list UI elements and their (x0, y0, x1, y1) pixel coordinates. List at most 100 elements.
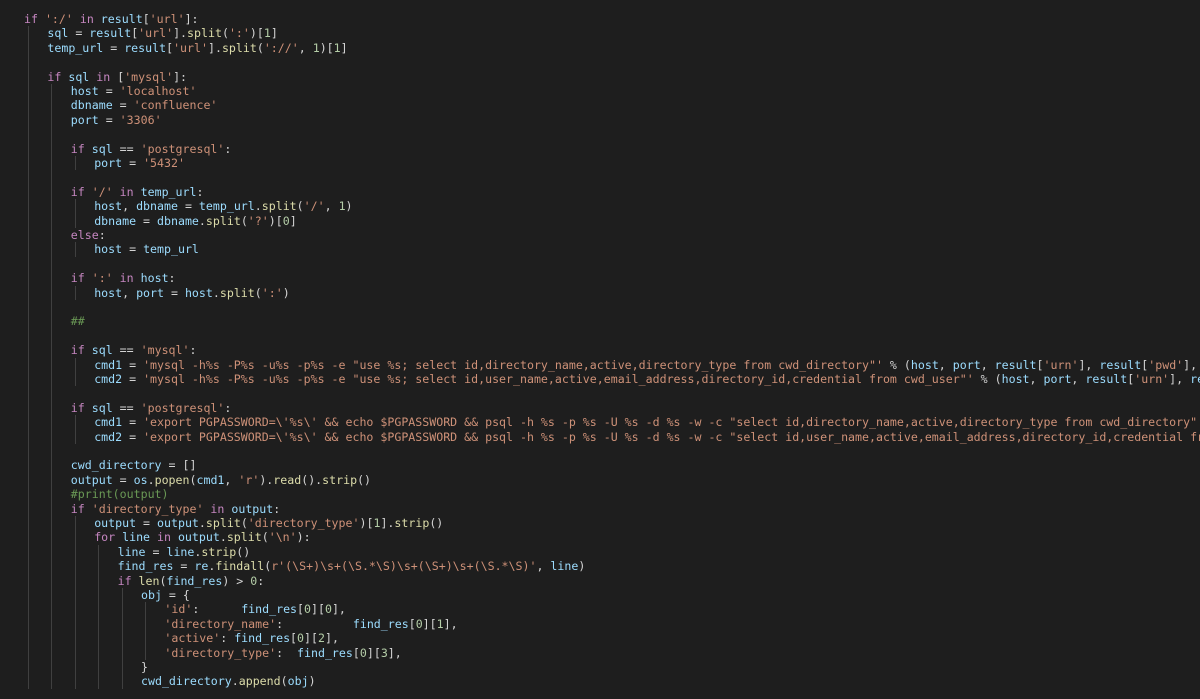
code-editor[interactable]: if ':/' in result['url']: sql = result['u… (0, 0, 1200, 699)
code-token: % ( (973, 372, 1002, 386)
indent-guide (121, 588, 123, 689)
code-token: == (112, 141, 141, 156)
code-token: split (205, 516, 241, 530)
code-token: output (94, 516, 137, 530)
code-token: ]: (184, 12, 199, 26)
code-token: : (224, 141, 232, 156)
code-token: ], (443, 616, 458, 631)
code-line[interactable]: host, port = host.split(':') (94, 286, 290, 300)
code-line[interactable]: if sql in ['mysql']: (47, 70, 187, 84)
code-line[interactable]: 'id': find_res[0][0], (164, 602, 346, 616)
code-line[interactable]: port = '3306' (71, 113, 162, 127)
code-line[interactable]: cmd2 = 'export PGPASSWORD=\'%s\' && echo… (94, 430, 1200, 444)
code-line[interactable]: if '/' in temp_url: (71, 185, 204, 199)
code-line[interactable]: temp_url = result['url'].split('://', 1)… (47, 41, 347, 55)
code-line[interactable]: line = line.strip() (118, 545, 251, 559)
code-token: : (224, 400, 232, 415)
code-token: 'url' (149, 12, 185, 26)
code-line[interactable]: find_res = re.findall(r'(\S+)\s+(\S.*\S)… (118, 559, 586, 573)
code-token: : (276, 616, 353, 631)
code-line[interactable]: if ':/' in result['url']: (24, 12, 199, 26)
code-line[interactable]: cwd_directory = [] (71, 458, 197, 472)
code-line[interactable]: if 'directory_type' in output: (71, 502, 280, 516)
code-token: '/' (91, 184, 113, 199)
code-line[interactable]: if len(find_res) > 0: (118, 574, 265, 588)
code-line[interactable]: cmd1 = 'mysql -h%s -P%s -u%s -p%s -e "us… (94, 358, 1200, 372)
code-line[interactable]: cmd1 = 'export PGPASSWORD=\'%s\' && echo… (94, 415, 1200, 429)
code-token: : (192, 602, 242, 617)
code-line[interactable]: if ':' in host: (71, 271, 176, 285)
code-line[interactable]: cmd2 = 'mysql -h%s -P%s -u%s -p%s -e "us… (94, 372, 1200, 386)
code-token: port (1043, 372, 1072, 386)
code-token: output (177, 530, 220, 545)
code-line[interactable]: 'active': find_res[0][2], (164, 631, 339, 645)
code-token: )[ (268, 213, 283, 228)
code-line[interactable]: if sql == 'postgresql': (71, 401, 232, 415)
code-token: split (219, 285, 255, 300)
code-token: 0 (324, 602, 332, 617)
code-line[interactable]: host, dbname = temp_url.split('/', 1) (94, 199, 352, 213)
code-token: [ (290, 631, 298, 646)
code-token: 'confluence' (133, 98, 218, 113)
code-token: split (261, 199, 297, 214)
code-line[interactable]: ## (71, 314, 85, 328)
code-token: in (112, 184, 141, 199)
code-token: ], (1169, 372, 1191, 386)
code-line[interactable]: #print(output) (71, 487, 169, 501)
code-token: 'export PGPASSWORD=\'%s\' && echo $PGPAS… (143, 429, 1200, 444)
code-token: : (257, 573, 265, 588)
code-token: 'postgresql' (140, 400, 225, 415)
code-token: = (136, 213, 158, 228)
code-token: ). (259, 472, 274, 487)
code-line[interactable]: output = output.split('directory_type')[… (94, 516, 443, 530)
code-token: 0 (282, 213, 290, 228)
code-line[interactable]: dbname = dbname.split('?')[0] (94, 214, 297, 228)
code-token: temp_url (198, 199, 255, 214)
code-token: , (1071, 372, 1086, 386)
code-token: findall (215, 559, 265, 574)
code-token: strip (322, 472, 358, 487)
code-token: cwd_directory (141, 674, 232, 689)
code-token: ], (387, 645, 402, 660)
code-line[interactable]: host = 'localhost' (71, 84, 197, 98)
code-token: . (198, 516, 206, 530)
code-line[interactable]: 'directory_name': find_res[0][1], (164, 617, 457, 631)
code-token: temp_url (47, 40, 104, 55)
code-token: ':' (228, 26, 250, 41)
code-token: = (103, 40, 125, 55)
code-token: find_res (166, 573, 223, 588)
code-line[interactable]: port = '5432' (94, 156, 185, 170)
code-token: , (224, 472, 239, 487)
code-token: '3306' (119, 112, 162, 127)
code-line[interactable]: cwd_directory.append(obj) (141, 674, 316, 688)
code-token: '://' (263, 40, 299, 55)
code-line[interactable]: obj = { (141, 588, 190, 602)
code-token: in (203, 501, 232, 516)
code-token: ] (289, 213, 297, 228)
indent-guide (74, 516, 76, 689)
code-line[interactable]: dbname = 'confluence' (71, 98, 218, 112)
code-token: os (133, 472, 148, 487)
code-line[interactable]: if sql == 'mysql': (71, 343, 197, 357)
code-token: } (141, 660, 148, 674)
code-line[interactable]: 'directory_type': find_res[0][3], (164, 646, 401, 660)
code-line[interactable]: output = os.popen(cmd1, 'r').read().stri… (71, 473, 371, 487)
code-token: = (98, 84, 120, 98)
code-token: line (550, 559, 579, 574)
code-line[interactable]: for line in output.split('\n'): (94, 530, 310, 544)
code-token: 0 (359, 645, 367, 660)
code-token: ], (1183, 357, 1198, 372)
code-line[interactable]: host = temp_url (94, 242, 199, 256)
code-token: if (70, 271, 92, 286)
code-token: result (100, 12, 143, 26)
code-line[interactable]: if sql == 'postgresql': (71, 142, 232, 156)
code-line[interactable]: sql = result['url'].split(':')[1] (47, 26, 277, 40)
indent-guide (74, 415, 76, 444)
code-token: find_res (234, 631, 291, 646)
code-token: ( (221, 26, 229, 41)
code-token: 'urn' (1134, 372, 1170, 386)
code-token: port (136, 285, 164, 300)
code-line[interactable]: } (141, 660, 148, 674)
code-line[interactable]: else: (71, 228, 106, 242)
code-token: temp_url (140, 184, 197, 199)
